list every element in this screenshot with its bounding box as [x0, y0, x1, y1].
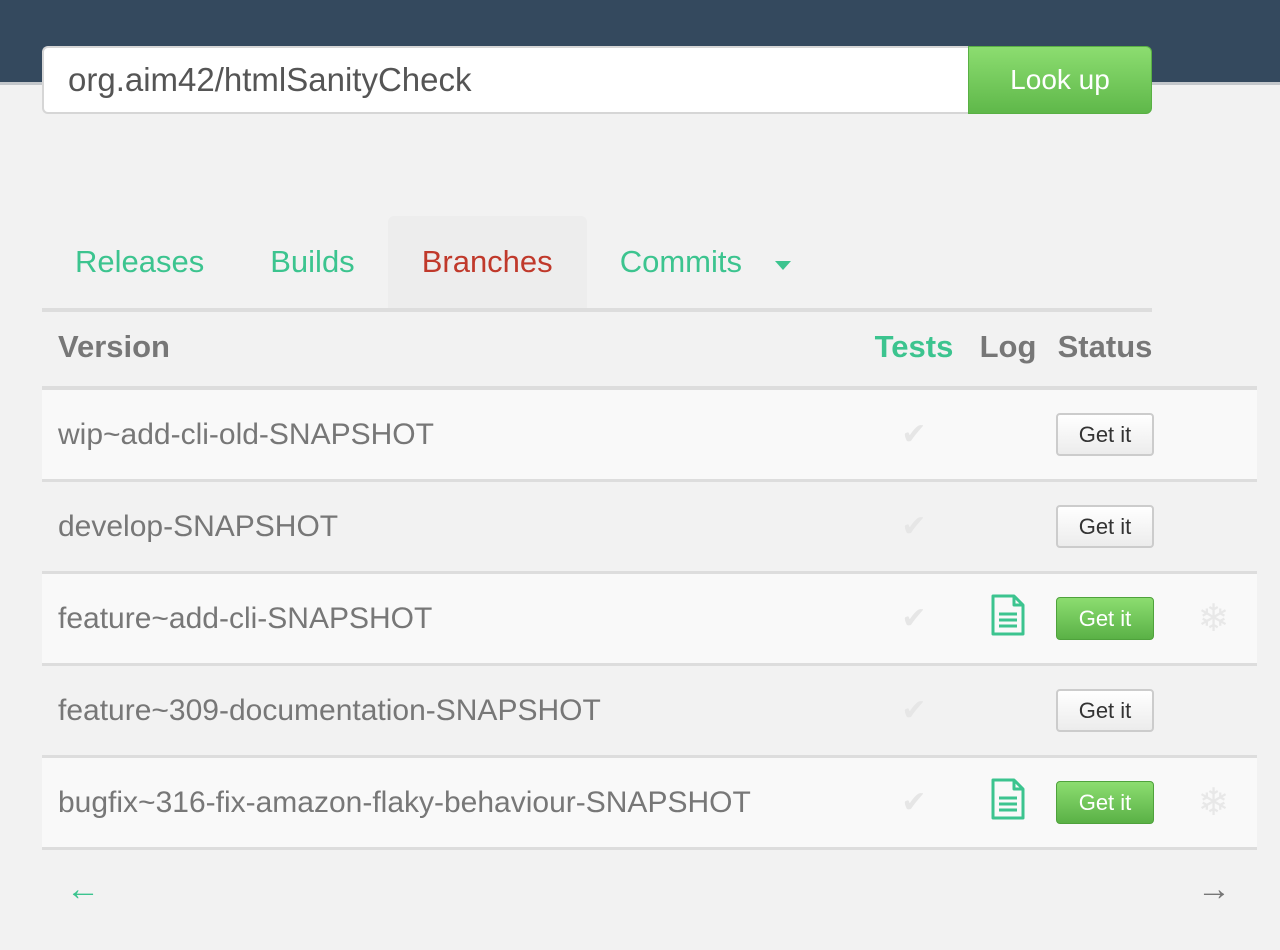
- snowflake-icon: ❄: [1197, 598, 1230, 640]
- status-cell: Get it: [1040, 597, 1170, 640]
- get-it-button[interactable]: Get it: [1056, 505, 1154, 548]
- table-row: develop-SNAPSHOT ✔ Get it: [42, 482, 1257, 574]
- next-page-arrow-icon[interactable]: →: [1197, 870, 1231, 909]
- pagination: ← →: [42, 870, 1257, 920]
- log-cell: [976, 594, 1040, 644]
- tab-commits[interactable]: Commits: [587, 216, 775, 308]
- check-icon: ✔: [901, 786, 927, 819]
- tab-branches[interactable]: Branches: [387, 216, 587, 308]
- tests-cell: ✔: [852, 509, 976, 544]
- tab-releases[interactable]: Releases: [42, 216, 237, 308]
- snapshot-cell: ❄: [1170, 596, 1257, 641]
- get-it-button[interactable]: Get it: [1056, 413, 1154, 456]
- version-name: feature~309-documentation-SNAPSHOT: [58, 693, 601, 727]
- header-log: Log: [979, 329, 1037, 364]
- prev-page-arrow-icon[interactable]: ←: [66, 870, 100, 909]
- search-form: Look up: [42, 46, 1152, 114]
- document-icon[interactable]: [990, 594, 1026, 644]
- header-version: Version: [58, 329, 170, 364]
- status-cell: Get it: [1040, 413, 1170, 456]
- tests-cell: ✔: [852, 693, 976, 728]
- tab-builds[interactable]: Builds: [237, 216, 387, 308]
- caret-down-icon: [774, 260, 791, 270]
- header-tests[interactable]: Tests: [852, 329, 976, 365]
- tests-cell: ✔: [852, 601, 976, 636]
- version-name: bugfix~316-fix-amazon-flaky-behaviour-SN…: [58, 785, 751, 819]
- get-it-button[interactable]: Get it: [1056, 689, 1154, 732]
- log-cell: [976, 778, 1040, 828]
- snowflake-icon: ❄: [1197, 782, 1230, 824]
- check-icon: ✔: [901, 510, 927, 543]
- version-name: wip~add-cli-old-SNAPSHOT: [58, 417, 434, 451]
- get-it-button[interactable]: Get it: [1056, 597, 1154, 640]
- table-row: wip~add-cli-old-SNAPSHOT ✔ Get it: [42, 390, 1257, 482]
- get-it-button[interactable]: Get it: [1056, 781, 1154, 824]
- table-row: bugfix~316-fix-amazon-flaky-behaviour-SN…: [42, 758, 1257, 850]
- status-cell: Get it: [1040, 505, 1170, 548]
- tests-cell: ✔: [852, 417, 976, 452]
- version-name: feature~add-cli-SNAPSHOT: [58, 601, 433, 635]
- document-icon[interactable]: [990, 778, 1026, 828]
- table-body: wip~add-cli-old-SNAPSHOT ✔ Get it develop-S…: [42, 390, 1257, 850]
- table-header: Version Tests Log Status: [42, 308, 1257, 390]
- versions-table: Version Tests Log Status wip~add-cli-old…: [42, 308, 1257, 850]
- version-name: develop-SNAPSHOT: [58, 509, 339, 543]
- tab-bar: Releases Builds Branches Commits: [42, 216, 1152, 312]
- header-status: Status: [1057, 329, 1153, 364]
- snapshot-cell: ❄: [1170, 780, 1257, 825]
- tabs-more-dropdown[interactable]: [774, 216, 791, 308]
- check-icon: ✔: [901, 418, 927, 451]
- table-row: feature~309-documentation-SNAPSHOT ✔ Get i…: [42, 666, 1257, 758]
- status-cell: Get it: [1040, 689, 1170, 732]
- artifact-search-input[interactable]: [42, 46, 968, 114]
- tests-cell: ✔: [852, 785, 976, 820]
- check-icon: ✔: [901, 602, 927, 635]
- check-icon: ✔: [901, 694, 927, 727]
- look-up-button[interactable]: Look up: [968, 46, 1152, 114]
- status-cell: Get it: [1040, 781, 1170, 824]
- table-row: feature~add-cli-SNAPSHOT ✔ Get it ❄: [42, 574, 1257, 666]
